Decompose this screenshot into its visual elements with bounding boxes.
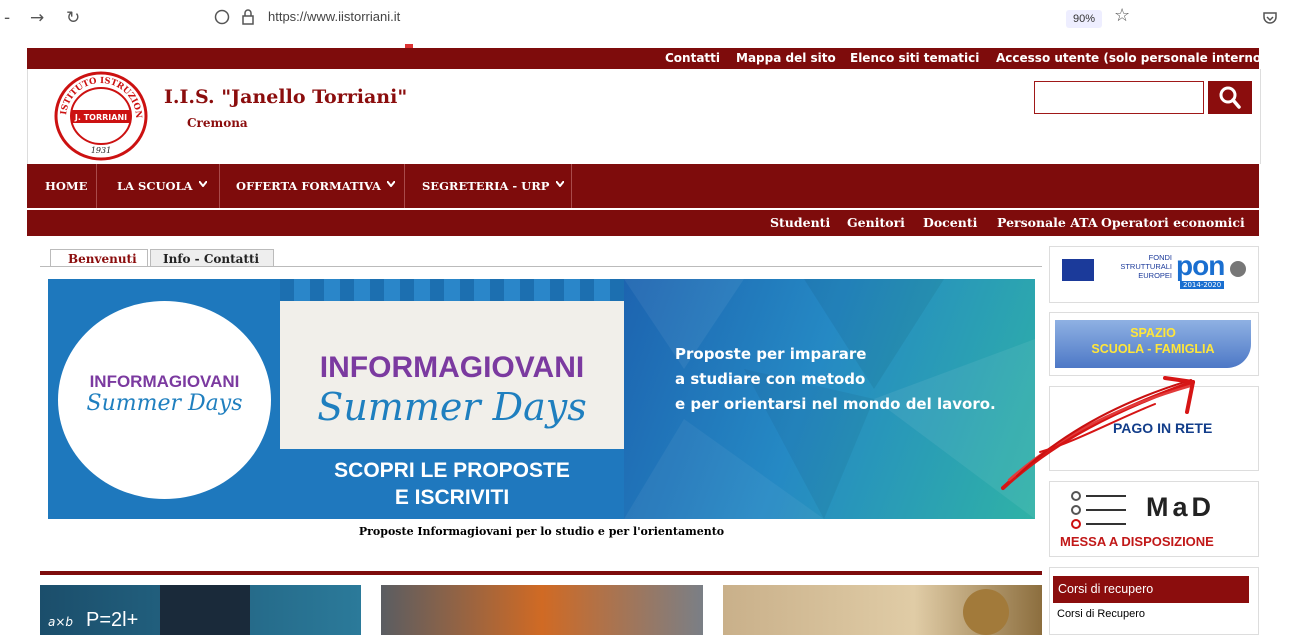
thumb-math-axb: a×b bbox=[48, 615, 74, 629]
school-logo[interactable]: ISTITUTO ISTRUZIONE SUPERIORE J. TORRIAN… bbox=[52, 70, 150, 162]
link-elenco-siti-tematici[interactable]: Elenco siti tematici bbox=[850, 51, 979, 65]
url-text[interactable]: https://www.iistorriani.it bbox=[268, 9, 400, 24]
search-icon bbox=[1219, 86, 1241, 109]
corsi-link[interactable]: Corsi di Recupero bbox=[1057, 608, 1145, 620]
banner-right-line1: Proposte per imparare bbox=[675, 345, 867, 363]
banner-right-line3: e per orientarsi nel mondo del lavoro. bbox=[675, 395, 996, 413]
chevron-down-icon[interactable] bbox=[199, 181, 207, 187]
spazio-scuola-famiglia-banner[interactable]: SPAZIO SCUOLA - FAMIGLIA bbox=[1049, 312, 1259, 376]
nav-home[interactable]: HOME bbox=[45, 164, 87, 208]
nav-separator bbox=[219, 164, 220, 208]
section-divider bbox=[40, 571, 1042, 575]
school-name[interactable]: I.I.S. "Janello Torriani" bbox=[164, 86, 407, 108]
nav-la-scuola[interactable]: LA SCUOLA bbox=[117, 164, 193, 208]
nav-offerta-formativa[interactable]: OFFERTA FORMATIVA bbox=[236, 164, 381, 208]
zoom-level[interactable]: 90% bbox=[1066, 10, 1102, 28]
annotation-arrow bbox=[1001, 376, 1195, 490]
news-thumb-robotics[interactable] bbox=[381, 585, 703, 635]
school-city: Cremona bbox=[187, 116, 248, 130]
italy-emblem-icon bbox=[1230, 261, 1246, 277]
thumb-math-formula: P=2l+ bbox=[86, 609, 139, 631]
banner-mid-title: INFORMAGIOVANI bbox=[319, 351, 585, 384]
famiglia-line1: SPAZIO bbox=[1130, 326, 1176, 340]
pon-years: 2014-2020 bbox=[1180, 281, 1225, 289]
nav-separator bbox=[571, 164, 572, 208]
link-genitori[interactable]: Genitori bbox=[847, 215, 905, 230]
pon-banner[interactable]: FONDI STRUTTURALI EUROPEI PON 2014-2020 bbox=[1049, 246, 1259, 303]
forward-icon[interactable]: → bbox=[30, 8, 44, 28]
nav-segreteria-urp[interactable]: SEGRETERIA - URP bbox=[422, 164, 549, 208]
reload-icon[interactable]: ↻ bbox=[66, 8, 80, 28]
famiglia-label[interactable]: SPAZIO SCUOLA - FAMIGLIA bbox=[1055, 325, 1251, 357]
lock-icon[interactable] bbox=[241, 8, 255, 26]
banner-circle-script: Summer Days bbox=[86, 391, 243, 416]
nav-separator bbox=[96, 164, 97, 208]
link-studenti[interactable]: Studenti bbox=[770, 215, 830, 230]
banner-circle-title: INFORMAGIOVANI bbox=[89, 372, 240, 391]
link-personale-ata[interactable]: Personale ATA bbox=[997, 215, 1098, 230]
hero-banner[interactable]: INFORMAGIOVANI Summer Days INFORMAGIOVAN… bbox=[48, 279, 1035, 519]
banner-cta-line1: SCOPRI LE PROPOSTE bbox=[334, 459, 570, 482]
link-operatori-economici[interactable]: Operatori economici bbox=[1101, 215, 1245, 230]
chevron-down-icon[interactable] bbox=[556, 181, 564, 187]
logo-center-text: J. TORRIANI bbox=[74, 113, 127, 122]
search-button[interactable] bbox=[1208, 81, 1252, 114]
main-navigation: HOME LA SCUOLA OFFERTA FORMATIVA SEGRETE… bbox=[27, 164, 1259, 208]
pon-fondi-text: FONDI STRUTTURALI EUROPEI bbox=[1102, 253, 1172, 280]
nav-separator bbox=[404, 164, 405, 208]
pon-logo: PON bbox=[1176, 250, 1225, 281]
tab-underline bbox=[40, 266, 1042, 267]
mad-subtitle: MESSA A DISPOSIZIONE bbox=[1060, 534, 1214, 549]
browser-toolbar: - → ↻ https://www.iistorriani.it 90% ☆ bbox=[0, 0, 1292, 36]
logo-year: 1931 bbox=[91, 146, 111, 155]
link-accesso-utente[interactable]: Accesso utente (solo personale interno) bbox=[996, 51, 1267, 65]
pon-line2: STRUTTURALI bbox=[1120, 262, 1172, 271]
overflow-dash: - bbox=[4, 8, 11, 28]
news-thumb-map[interactable] bbox=[723, 585, 1042, 635]
tab-info-contatti[interactable]: Info - Contatti bbox=[150, 249, 274, 267]
audience-navigation: Studenti Genitori Docenti Personale ATA … bbox=[27, 210, 1259, 236]
search-input[interactable] bbox=[1034, 81, 1204, 114]
news-thumb-math[interactable]: a×b P=2l+ bbox=[40, 585, 361, 635]
banner-torn-edge bbox=[280, 279, 624, 301]
link-contatti[interactable]: Contatti bbox=[665, 51, 720, 65]
famiglia-line2: SCUOLA - FAMIGLIA bbox=[1091, 342, 1215, 356]
bookmark-star-icon[interactable]: ☆ bbox=[1114, 5, 1130, 26]
famiglia-button[interactable]: SPAZIO SCUOLA - FAMIGLIA bbox=[1055, 320, 1251, 368]
pon-line3: EUROPEI bbox=[1138, 271, 1172, 280]
pocket-icon[interactable] bbox=[1262, 10, 1278, 26]
banner-mid-script: Summer Days bbox=[317, 385, 587, 429]
shield-icon[interactable] bbox=[214, 9, 230, 25]
link-mappa-del-sito[interactable]: Mappa del sito bbox=[736, 51, 836, 65]
utility-bar: Contatti Mappa del sito Elenco siti tema… bbox=[27, 48, 1267, 69]
chevron-down-icon[interactable] bbox=[387, 181, 395, 187]
link-docenti[interactable]: Docenti bbox=[923, 215, 977, 230]
eu-flag-icon bbox=[1062, 259, 1094, 281]
banner-right-line2: a studiare con metodo bbox=[675, 370, 866, 388]
mad-title: MaD bbox=[1146, 492, 1216, 522]
banner-cta-line2: E ISCRIVITI bbox=[394, 486, 510, 509]
banner-caption: Proposte Informagiovani per lo studio e … bbox=[358, 525, 725, 538]
tab-benvenuti[interactable]: Benvenuti bbox=[50, 249, 148, 267]
compass-icon bbox=[963, 589, 1009, 635]
thumb-math-figure bbox=[160, 585, 250, 635]
corsi-header[interactable]: Corsi di recupero bbox=[1053, 576, 1249, 603]
pon-line1: FONDI bbox=[1148, 253, 1172, 262]
